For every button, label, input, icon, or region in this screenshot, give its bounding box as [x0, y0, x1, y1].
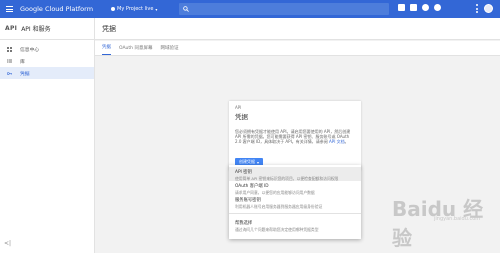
tab-bar: 凭据 OAuth 同意屏幕 网域验证	[95, 41, 500, 56]
menu-item-api-key[interactable]: API 密钥 使用简单 API 密钥来标识您的项目，以便检查配额和访问权限	[229, 167, 361, 181]
sidebar: API API 和服务 信息中心 库 凭据 <|	[0, 18, 95, 253]
menu-item-help-me-choose[interactable]: 帮我选择 通过询问几个问题来帮助您决定使用哪种凭据类型	[229, 218, 361, 232]
card-title: 凭据	[235, 113, 248, 121]
help-icon[interactable]	[422, 4, 429, 11]
gift-icon[interactable]	[398, 4, 405, 11]
project-icon	[111, 7, 116, 11]
sidebar-item-label: 库	[20, 59, 25, 65]
menu-divider	[229, 213, 361, 214]
brand-title[interactable]: Google Cloud Platform	[20, 5, 93, 13]
sidebar-header: API API 和服务	[0, 18, 94, 40]
menu-item-service-account-key[interactable]: 服务账号密钥 利用机器人账号启用服务器到服务器应用级身份验证	[229, 195, 361, 209]
sidebar-item-library[interactable]: 库	[0, 55, 94, 67]
chevron-down-icon: ▾	[155, 6, 158, 12]
hamburger-menu-icon[interactable]	[0, 0, 18, 18]
create-credentials-menu: API 密钥 使用简单 API 密钥来标识您的项目，以便检查配额和访问权限 OA…	[229, 165, 361, 239]
notifications-icon[interactable]	[434, 4, 441, 11]
project-name: My Project live	[117, 6, 154, 12]
project-selector[interactable]: My Project live ▾	[111, 6, 157, 12]
card-description: 您必须拥有凭据才能使用 API。请启用您要使用的 API，然后创建 API 所需…	[235, 129, 351, 145]
sidebar-item-credentials[interactable]: 凭据	[0, 67, 94, 79]
search-icon	[183, 6, 189, 12]
page-header: 凭据	[95, 18, 500, 40]
tab-domain-verification[interactable]: 网域验证	[160, 45, 178, 55]
avatar[interactable]	[484, 4, 493, 13]
menu-item-oauth-client-id[interactable]: OAuth 客户端 ID 请求用户同意，以便您的应用能够访问用户数据	[229, 181, 361, 195]
page-title: 凭据	[102, 24, 116, 33]
tab-credentials[interactable]: 凭据	[102, 44, 111, 55]
cloud-shell-icon[interactable]	[410, 4, 417, 11]
more-vert-icon[interactable]	[476, 4, 478, 13]
sidebar-item-label: 凭据	[20, 71, 30, 77]
card-eyebrow: API	[235, 105, 242, 110]
chevron-down-icon: ▾	[257, 159, 260, 165]
collapse-sidebar-icon[interactable]: <|	[4, 240, 11, 247]
sidebar-item-label: 信息中心	[20, 47, 40, 53]
api-docs-link[interactable]: API 文档	[329, 139, 345, 144]
baidu-watermark: Baidu 经验	[392, 197, 484, 250]
library-icon	[7, 59, 12, 64]
baidu-watermark-url: jingyan.baidu.com	[434, 216, 481, 222]
sidebar-item-dashboard[interactable]: 信息中心	[0, 43, 94, 55]
key-icon	[7, 71, 12, 76]
sidebar-title: API 和服务	[21, 26, 51, 33]
api-logo: API	[5, 25, 18, 32]
credentials-card: API 凭据 您必须拥有凭据才能使用 API。请启用您要使用的 API，然后创建…	[229, 101, 361, 170]
dashboard-icon	[7, 46, 12, 52]
search-bar[interactable]	[179, 3, 389, 15]
tab-oauth-consent[interactable]: OAuth 同意屏幕	[119, 45, 152, 55]
top-app-bar: Google Cloud Platform My Project live ▾	[0, 0, 500, 18]
